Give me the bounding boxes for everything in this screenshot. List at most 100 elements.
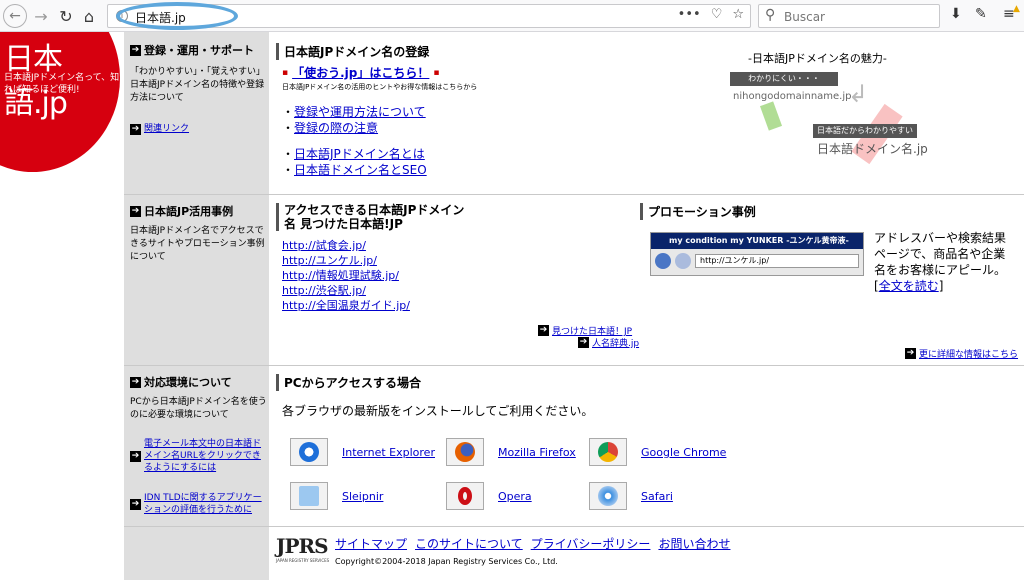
registration-links: ・登録や運用方法について ・登録の際の注意	[282, 105, 426, 135]
idn-tld-link[interactable]: IDN TLDに関するアプリケーションの評価を行うために	[144, 492, 267, 516]
about-jp-domain-link[interactable]: 日本語JPドメイン名とは	[294, 147, 425, 161]
site-link-onsen[interactable]: http://全国温泉ガイド.jp/	[282, 299, 410, 312]
browser-item-sleipnir[interactable]: Sleipnir	[290, 482, 383, 510]
charm-hard-label: わかりにくい・・・	[730, 72, 838, 86]
site-link-yunker[interactable]: http://ユンケル.jp/	[282, 254, 377, 267]
sleipnir-icon[interactable]	[290, 482, 328, 510]
about-site-link[interactable]: このサイトについて	[415, 535, 523, 552]
promo-screenshot: my condition my YUNKER -ユンケル黄帝液- http://…	[650, 232, 864, 276]
registration-method-link[interactable]: 登録や運用方法について	[294, 105, 426, 119]
side-desc: 「わかりやすい」・「覚えやすい」日本語JPドメイン名の特徴や登録方法について	[130, 67, 266, 103]
jprs-logo[interactable]: JPRS JAPAN REGISTRY SERVICES	[276, 534, 329, 563]
section-title-promotion: プロモーション事例	[640, 203, 756, 220]
internet-explorer-icon[interactable]	[290, 438, 328, 466]
back-button[interactable]: ←	[3, 4, 27, 28]
tsukaou-link[interactable]: 「使おう.jp」はこちら！	[292, 64, 429, 81]
side-section-cases: ➔ 日本語JP活用事例 日本語JPドメイン名でアクセスできるサイトやプロモーショ…	[130, 203, 265, 264]
registration-caution-link[interactable]: 登録の際の注意	[294, 121, 378, 135]
home-button[interactable]: ⌂	[78, 5, 100, 27]
opera-icon[interactable]	[446, 482, 484, 510]
chrome-link[interactable]: Google Chrome	[641, 446, 726, 459]
contact-link[interactable]: お問い合わせ	[658, 535, 730, 552]
divider	[124, 194, 1024, 195]
about-links: ・日本語JPドメイン名とは ・日本語ドメイン名とSEO	[282, 147, 427, 177]
arrow-right-icon: ➔	[130, 124, 141, 135]
divider	[124, 365, 1024, 366]
arrow-right-icon: ➔	[130, 450, 141, 462]
back-arrow-icon	[655, 253, 671, 269]
page-actions-icon[interactable]: •••	[678, 7, 701, 22]
site-link-shibuya[interactable]: http://渋谷駅.jp/	[282, 284, 366, 297]
privacy-policy-link[interactable]: プライバシーポリシー	[531, 535, 651, 552]
arrow-right-icon: ➔	[130, 376, 141, 388]
site-link-shishokukai[interactable]: http://試食会.jp/	[282, 239, 366, 252]
section-title-accessible: アクセスできる日本語JPドメイン名 見つけた日本語!JP	[276, 203, 476, 231]
promo-description: アドレスバーや検索結果ページで、商品名や企業名をお客様にアピール。	[874, 231, 1007, 277]
browser-item-ie[interactable]: Internet Explorer	[290, 438, 435, 466]
arrow-right-icon: ➔	[130, 205, 141, 217]
section-title-pc-access: PCからアクセスする場合	[276, 374, 421, 391]
side-title: 対応環境について	[144, 376, 232, 389]
side-desc: 日本語JPドメイン名でアクセスできるサイトやプロモーション事例について	[130, 226, 265, 262]
warning-icon: ▲	[1013, 4, 1020, 14]
browser-item-safari[interactable]: Safari	[589, 482, 673, 510]
arrow-right-icon: ➔	[905, 348, 916, 359]
side-heading-environment: ➔ 対応環境について	[130, 374, 267, 390]
tools-icon[interactable]: ✎	[975, 6, 987, 22]
opera-link[interactable]: Opera	[498, 490, 532, 503]
charm-jp-domain: 日本語ドメイン名.jp	[817, 142, 928, 156]
red-square-icon: ▪	[433, 67, 440, 78]
logo-tagline: 日本語JPドメイン名って、知れば知るほど便利!	[4, 73, 120, 95]
sitemap-link[interactable]: サイトマップ	[335, 535, 407, 552]
charm-easy-label: 日本語だからわかりやすい	[813, 124, 917, 138]
browser-item-opera[interactable]: Opera	[446, 482, 532, 510]
reload-button[interactable]: ↻	[55, 5, 77, 27]
forward-button[interactable]: →	[30, 5, 52, 27]
safari-link[interactable]: Safari	[641, 490, 673, 503]
browser-item-chrome[interactable]: Google Chrome	[589, 438, 726, 466]
copyright: Copyright©2004-2018 Japan Registry Servi…	[335, 557, 558, 566]
safari-icon[interactable]	[589, 482, 627, 510]
search-icon: ⚲	[765, 7, 776, 23]
search-placeholder[interactable]: Buscar	[784, 10, 825, 24]
forward-arrow-icon	[675, 253, 691, 269]
firefox-icon[interactable]	[446, 438, 484, 466]
section-title-registration: 日本語JPドメイン名の登録	[276, 43, 429, 60]
seo-link[interactable]: 日本語ドメイン名とSEO	[294, 163, 427, 177]
promo-subtext: 日本語JPドメイン名の活用のヒントやお得な情報はこちらから	[282, 83, 478, 91]
related-links-link[interactable]: 関連リンク	[144, 123, 189, 136]
more-info-link[interactable]: 更に詳細な情報はこちら	[919, 347, 1018, 360]
divider	[124, 526, 1024, 527]
download-icon[interactable]: ⬇	[950, 6, 962, 22]
promo-window-title: my condition my YUNKER -ユンケル黄帝液-	[651, 233, 863, 249]
browser-toolbar: ← → ↻ ⌂ i 日本語.jp ••• ♡ ☆ ⚲ Buscar ⬇ ✎ ≡ …	[0, 0, 1024, 32]
side-section-registration: ➔ 登録・運用・サポート 「わかりやすい」・「覚えやすい」日本語JPドメイン名の…	[130, 42, 265, 136]
url-highlight-circle	[116, 2, 238, 30]
footer-links: サイトマップ このサイトについて プライバシーポリシー お問い合わせ	[335, 535, 730, 552]
chrome-icon[interactable]	[589, 438, 627, 466]
site-link-joho[interactable]: http://情報処理試験.jp/	[282, 269, 399, 282]
firefox-link[interactable]: Mozilla Firefox	[498, 446, 576, 459]
ie-link[interactable]: Internet Explorer	[342, 446, 435, 459]
url-bar[interactable]: i 日本語.jp ••• ♡ ☆	[107, 2, 751, 30]
pocket-icon[interactable]: ♡	[711, 7, 723, 22]
email-idn-link[interactable]: 電子メール本文中の日本語ドメイン名URLをクリックできるようにするには	[144, 438, 267, 474]
side-section-environment: ➔ 対応環境について PCから日本語JPドメイン名を使うのに必要な環境について …	[130, 374, 267, 516]
read-more-link[interactable]: 全文を読む	[879, 279, 939, 293]
side-heading-cases: ➔ 日本語JP活用事例	[130, 203, 265, 219]
jprs-logo-text: JPRS	[276, 534, 329, 558]
jprs-logo-subtext: JAPAN REGISTRY SERVICES	[276, 558, 330, 563]
site-logo[interactable]: 日本語.jp 日本語JPドメイン名って、知れば知るほど便利!	[0, 32, 122, 172]
side-heading-registration: ➔ 登録・運用・サポート	[130, 42, 265, 58]
arrow-right-icon: ➔	[538, 325, 549, 336]
browser-item-firefox[interactable]: Mozilla Firefox	[446, 438, 576, 466]
charm-ascii-domain: nihongodomainname.jp	[733, 91, 852, 102]
side-title: 登録・運用・サポート	[144, 44, 254, 57]
bookmark-star-icon[interactable]: ☆	[732, 7, 744, 22]
promo-url: http://ユンケル.jp/	[695, 254, 859, 268]
name-dictionary-link[interactable]: 人名辞典.jp	[592, 336, 639, 349]
search-bar[interactable]: ⚲ Buscar	[758, 4, 940, 28]
sleipnir-link[interactable]: Sleipnir	[342, 490, 383, 503]
arrow-right-icon: ➔	[578, 337, 589, 348]
arrow-right-icon: ➔	[130, 498, 141, 510]
